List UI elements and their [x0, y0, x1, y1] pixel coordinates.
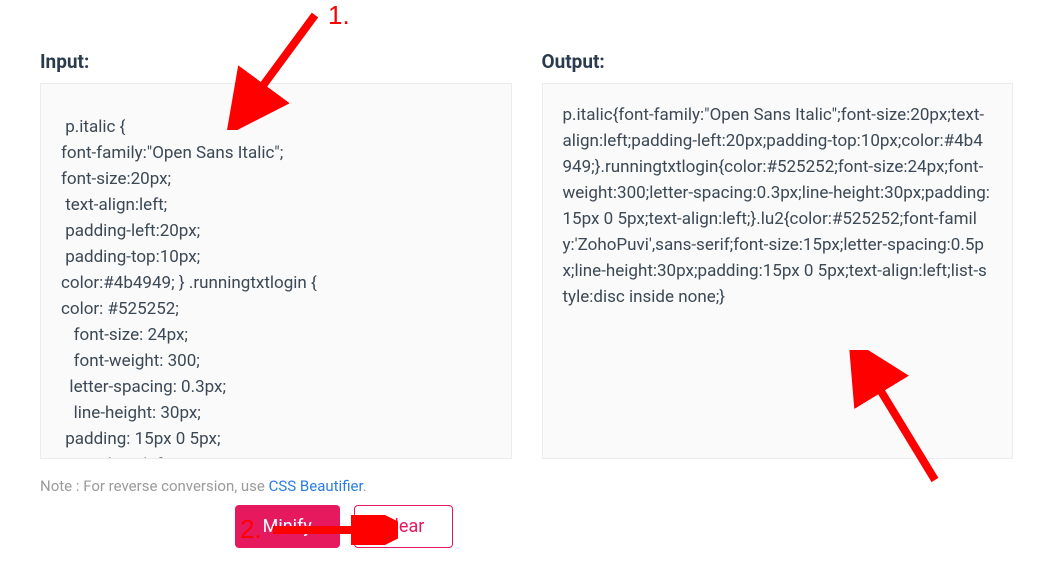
input-textarea[interactable] — [40, 83, 512, 459]
output-panel: Output: p.italic{font-family:"Open Sans … — [542, 50, 1014, 459]
annotation-label-1: 1. — [328, 0, 350, 31]
annotation-label-2: 2. — [240, 514, 262, 545]
input-label: Input: — [40, 50, 512, 73]
output-label: Output: — [542, 50, 1014, 73]
clear-button[interactable]: Clear — [354, 505, 454, 548]
css-beautifier-link[interactable]: CSS Beautifier — [269, 477, 363, 495]
input-panel: Input: — [40, 50, 512, 459]
note-text: Note : For reverse conversion, use CSS B… — [40, 477, 1013, 495]
note-prefix: Note : For reverse conversion, use — [40, 477, 269, 495]
note-suffix: . — [363, 477, 367, 495]
output-text: p.italic{font-family:"Open Sans Italic";… — [542, 83, 1014, 459]
